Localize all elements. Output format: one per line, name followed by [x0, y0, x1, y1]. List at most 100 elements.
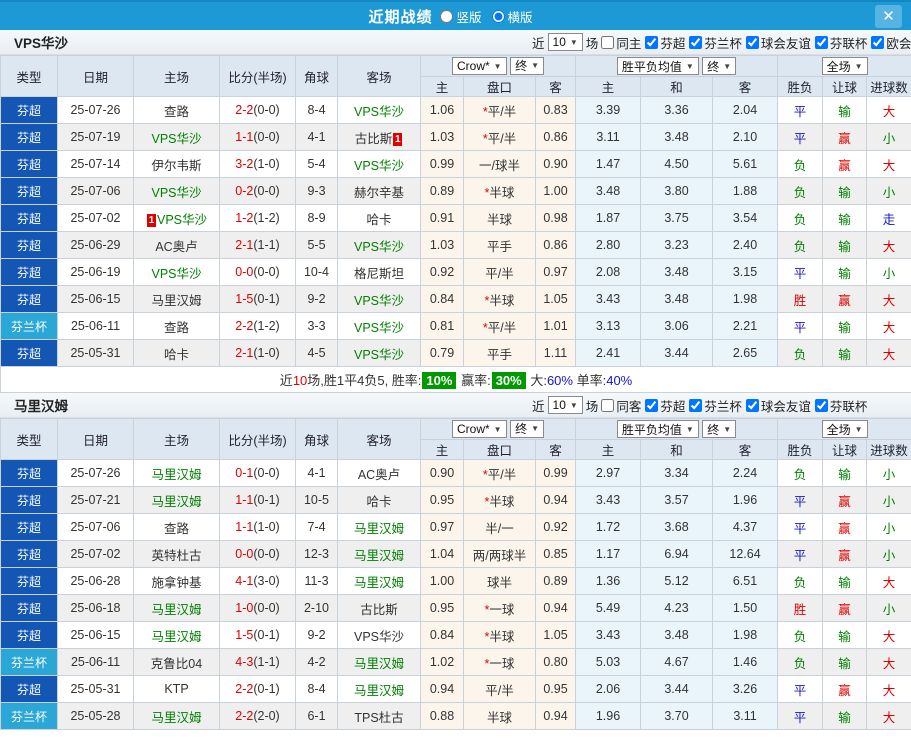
- full-match-select[interactable]: 全场 ▼: [821, 57, 868, 75]
- team-label: 马里汉姆: [151, 710, 202, 725]
- match-date: 25-05-31: [57, 339, 134, 367]
- league-checkbox-3[interactable]: 芬联杯: [814, 33, 867, 52]
- table-row: 芬超 25-06-19 VPS华沙 0-0(0-0) 10-4 格尼斯坦 0.92 平/半 0.…: [0, 258, 911, 286]
- avg-away-odds: 12.64: [712, 540, 779, 568]
- col-avg-home: 主: [575, 76, 642, 97]
- table-row: 芬超 25-07-26 查路 2-2(0-0) 8-4 VPS华沙 1.06 *平/半 0.83…: [0, 96, 911, 124]
- league-checkbox-2-label: 球会友谊: [760, 399, 811, 414]
- league-checkbox-2[interactable]: 球会友谊: [745, 33, 811, 52]
- avg-draw-odds: 4.50: [640, 150, 714, 178]
- league-checkbox-3-input[interactable]: [814, 35, 828, 49]
- league-checkbox-4-input[interactable]: [871, 35, 885, 49]
- corners-cell: 3-3: [295, 312, 338, 340]
- full-time-score: 2-2: [235, 709, 254, 723]
- final-odds-select-2[interactable]: 终 ▼: [702, 420, 737, 438]
- table-row: 芬超 25-07-02 英特杜古 0-0(0-0) 12-3 马里汉姆 1.04 两/两球半 0…: [0, 540, 911, 568]
- full-time-score: 0-0: [235, 265, 254, 279]
- bookmaker-select[interactable]: Crow* ▼: [452, 420, 507, 439]
- same-venue-checkbox[interactable]: 同客: [601, 396, 641, 415]
- ah-home-odds: 1.02: [420, 648, 464, 676]
- handicap-result-cell: 赢: [822, 150, 868, 178]
- same-venue-checkbox[interactable]: 同主: [601, 33, 641, 52]
- league-checkbox-2-input[interactable]: [745, 398, 759, 412]
- league-checkbox-0[interactable]: 芬超: [645, 33, 685, 52]
- match-count-select[interactable]: 10 ▼: [547, 33, 583, 51]
- avg-home-odds: 1.47: [575, 150, 642, 178]
- ah-away-odds: 0.94: [534, 594, 577, 622]
- match-type: 芬超: [0, 285, 58, 313]
- half-time-score: (0-1): [253, 493, 280, 507]
- avg-odds-select[interactable]: 胜平负均值 ▼: [616, 420, 699, 438]
- league-checkbox-3-input[interactable]: [814, 398, 828, 412]
- league-checkbox-0[interactable]: 芬超: [645, 396, 685, 415]
- summary-row: 近10场,胜1平4负5, 胜率: 10% 赢率: 30% 大:60% 单率:40%: [0, 366, 911, 393]
- league-checkbox-2[interactable]: 球会友谊: [745, 396, 811, 415]
- score-cell: 4-1(3-0): [219, 567, 296, 595]
- avg-draw-odds: 3.06: [640, 312, 714, 340]
- league-checkbox-1[interactable]: 芬兰杯: [689, 33, 742, 52]
- league-checkbox-1[interactable]: 芬兰杯: [689, 396, 742, 415]
- match-date: 25-05-31: [57, 675, 134, 703]
- avg-home-odds: 2.08: [575, 258, 642, 286]
- avg-away-odds: 2.21: [712, 312, 779, 340]
- league-checkbox-0-input[interactable]: [645, 398, 659, 412]
- home-team: 施拿钟基: [133, 567, 220, 595]
- ah-away-odds: 1.05: [534, 621, 577, 649]
- same-venue-checkbox-input[interactable]: [601, 35, 615, 49]
- goals-result-cell: 大: [866, 675, 911, 703]
- same-venue-checkbox-input[interactable]: [601, 398, 615, 412]
- radio-horizontal-layout[interactable]: 横版: [491, 7, 533, 26]
- result-cell: 平: [777, 258, 824, 286]
- result-cell: 负: [777, 459, 824, 487]
- ah-home-odds: 1.00: [420, 567, 464, 595]
- near-label: 近: [532, 399, 545, 414]
- ah-away-odds: 1.01: [534, 312, 577, 340]
- goals-result-cell: 大: [866, 96, 911, 124]
- final-odds-select[interactable]: 终 ▼: [510, 419, 545, 438]
- team-label: VPS华沙: [353, 239, 404, 254]
- team-label: 马里汉姆: [353, 575, 404, 590]
- avg-draw-odds: 3.48: [640, 621, 714, 649]
- league-checkbox-1-input[interactable]: [689, 35, 703, 49]
- col-ah-home: 主: [420, 76, 464, 97]
- avg-odds-select-value: 胜平负均值: [621, 59, 682, 74]
- match-type: 芬超: [0, 123, 58, 151]
- ah-home-odds: 0.97: [420, 513, 464, 541]
- matches-tbody: 芬超 25-07-26 查路 2-2(0-0) 8-4 VPS华沙 1.06 *平/半 0.83…: [0, 96, 911, 367]
- ah-away-odds: 0.89: [534, 567, 577, 595]
- ah-away-odds: 0.86: [534, 231, 577, 259]
- score-cell: 0-0(0-0): [219, 258, 296, 286]
- match-date: 25-07-06: [57, 513, 134, 541]
- chevron-down-icon: ▼: [854, 424, 863, 434]
- league-checkbox-0-input[interactable]: [645, 35, 659, 49]
- avg-home-odds: 3.13: [575, 312, 642, 340]
- handicap-result-cell: 赢: [822, 486, 868, 514]
- radio-horizontal-input[interactable]: [491, 9, 505, 23]
- match-count-select[interactable]: 10 ▼: [547, 396, 583, 414]
- final-odds-select[interactable]: 终 ▼: [510, 56, 545, 75]
- radio-vertical-layout[interactable]: 竖版: [440, 7, 482, 26]
- corners-cell: 8-4: [295, 96, 338, 124]
- away-team: 马里汉姆: [337, 513, 421, 541]
- bookmaker-select[interactable]: Crow* ▼: [452, 57, 507, 76]
- avg-odds-select[interactable]: 胜平负均值 ▼: [616, 57, 699, 75]
- half-time-score: (0-0): [253, 103, 280, 117]
- match-type: 芬超: [0, 258, 58, 286]
- radio-vertical-input[interactable]: [440, 9, 454, 23]
- col-goals-result: 进球数: [866, 439, 911, 460]
- match-type: 芬兰杯: [0, 648, 58, 676]
- final-odds-select-2[interactable]: 终 ▼: [702, 57, 737, 75]
- handicap-result-cell: 输: [822, 567, 868, 595]
- close-button[interactable]: ✕: [875, 5, 902, 28]
- col-home: 主场: [133, 55, 220, 97]
- league-checkbox-1-input[interactable]: [689, 398, 703, 412]
- full-match-select[interactable]: 全场 ▼: [821, 420, 868, 438]
- league-checkbox-4[interactable]: 欧会杯: [871, 33, 911, 52]
- league-checkbox-2-input[interactable]: [745, 35, 759, 49]
- score-cell: 2-2(0-0): [219, 96, 296, 124]
- league-checkbox-3[interactable]: 芬联杯: [814, 396, 867, 415]
- team-label: VPS华沙: [151, 185, 202, 200]
- result-cell: 负: [777, 567, 824, 595]
- avg-away-odds: 1.98: [712, 285, 779, 313]
- avg-draw-odds: 3.34: [640, 459, 714, 487]
